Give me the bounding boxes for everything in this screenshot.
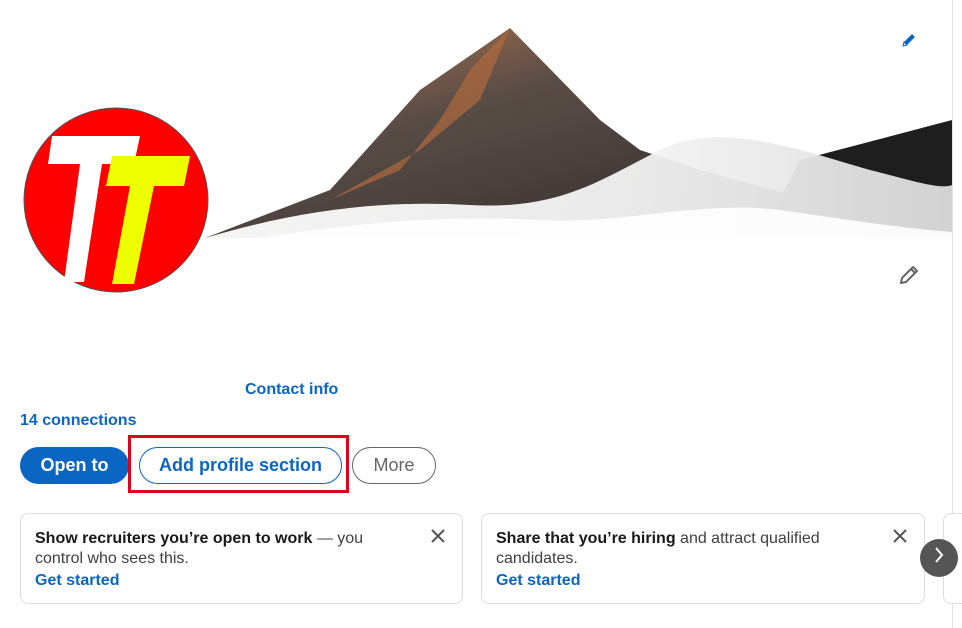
recommendation-text: Show recruiters you’re open to work — yo… (35, 529, 365, 569)
edit-intro-button[interactable] (892, 260, 926, 294)
recommendation-bold-text: Share that you’re hiring (496, 530, 676, 547)
recommendation-text: Share that you’re hiring and attract qua… (496, 529, 826, 569)
chevron-right-icon (933, 546, 945, 570)
contact-info-link[interactable]: Contact info (245, 381, 338, 399)
highlight-box (128, 435, 349, 493)
dismiss-button[interactable] (428, 528, 448, 548)
edit-banner-button[interactable] (894, 28, 924, 56)
dismiss-button[interactable] (890, 528, 910, 548)
connections-link[interactable]: 14 connections (20, 412, 136, 430)
carousel-next-button[interactable] (920, 539, 958, 577)
close-icon (431, 528, 445, 548)
profile-avatar[interactable] (22, 106, 210, 294)
recommendation-card-hiring: Share that you’re hiring and attract qua… (481, 513, 925, 604)
close-icon (893, 528, 907, 548)
more-button[interactable]: More (352, 447, 436, 484)
profile-card: Contact info 14 connections Open to Add … (0, 0, 962, 628)
get-started-link[interactable]: Get started (496, 572, 580, 590)
avatar-logo (23, 107, 209, 293)
recommendation-card-open-to-work: Show recruiters you’re open to work — yo… (20, 513, 463, 604)
pencil-icon (900, 31, 918, 54)
open-to-button[interactable]: Open to (20, 447, 129, 484)
get-started-link[interactable]: Get started (35, 572, 119, 590)
pencil-icon (897, 263, 921, 292)
recommendation-bold-text: Show recruiters you’re open to work (35, 530, 313, 547)
